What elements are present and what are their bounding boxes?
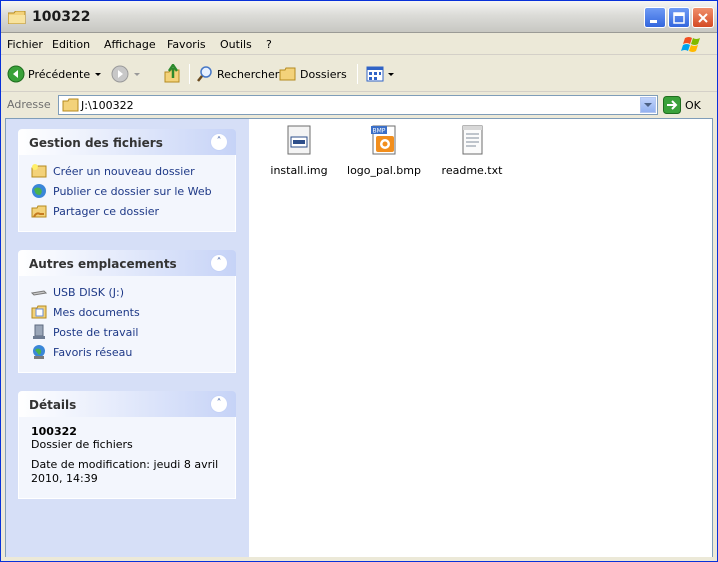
folders-label: Dossiers — [300, 67, 347, 81]
disk-image-icon — [287, 125, 311, 155]
windows-logo-icon — [681, 37, 700, 52]
window-title: 100322 — [32, 9, 91, 25]
search-label: Rechercher — [217, 67, 280, 81]
place-label: Poste de travail — [53, 325, 139, 339]
minimize-icon — [650, 20, 657, 23]
place-usb-disk[interactable]: USB DISK (J:) — [19, 282, 235, 302]
place-my-documents[interactable]: Mes documents — [19, 302, 235, 322]
collapse-icon[interactable]: ˄ — [210, 395, 228, 413]
other-places-header[interactable]: Autres emplacements ˄ — [18, 250, 236, 276]
file-name: install.img — [270, 164, 328, 177]
place-label: Favoris réseau — [53, 345, 133, 359]
menu-fichier[interactable]: Fichier — [7, 38, 43, 51]
maximize-icon — [673, 12, 685, 24]
go-button[interactable]: OK — [663, 96, 701, 114]
address-dropdown-button[interactable] — [640, 97, 656, 113]
details-folder-type: Dossier de fichiers — [31, 438, 133, 451]
panel-title: Autres emplacements — [29, 257, 177, 271]
chevron-down-icon[interactable] — [132, 69, 142, 79]
file-name: readme.txt — [441, 164, 503, 177]
back-button[interactable]: Précédente — [7, 63, 103, 85]
menu-help[interactable]: ? — [266, 38, 272, 51]
up-folder-icon — [164, 64, 180, 83]
go-arrow-icon — [663, 96, 681, 114]
close-icon — [698, 13, 708, 23]
other-places-panel: Autres emplacements ˄ USB DISK (J:) Mes … — [18, 250, 236, 373]
panel-title: Gestion des fichiers — [29, 136, 163, 150]
task-share-folder[interactable]: Partager ce dossier — [19, 201, 235, 221]
toolbar-separator — [189, 64, 190, 84]
forward-arrow-icon — [111, 65, 129, 83]
collapse-icon[interactable]: ˄ — [210, 254, 228, 272]
menu-bar: Fichier Edition Affichage Favoris Outils… — [1, 34, 717, 55]
share-folder-icon — [31, 205, 47, 218]
folder-icon — [62, 98, 79, 112]
toolbar: Précédente Rechercher Dossiers — [1, 56, 717, 92]
chevron-down-icon — [644, 103, 652, 107]
up-folder-button[interactable] — [164, 63, 182, 85]
place-label: Mes documents — [53, 305, 140, 319]
my-documents-icon — [31, 305, 47, 319]
details-folder-name: 100322 — [31, 425, 77, 438]
details-header[interactable]: Détails ˄ — [18, 391, 236, 417]
text-file-icon — [462, 125, 483, 155]
folders-icon — [279, 67, 296, 81]
task-publish-web[interactable]: Publier ce dossier sur le Web — [19, 181, 235, 201]
network-places-icon — [33, 345, 45, 359]
panel-title: Détails — [29, 398, 77, 412]
explorer-window: 100322 Fichier Edition Affichage Favoris… — [0, 0, 718, 562]
search-button[interactable]: Rechercher — [196, 63, 279, 85]
forward-button[interactable] — [111, 63, 142, 85]
address-label: Adresse — [7, 98, 51, 111]
task-label: Publier ce dossier sur le Web — [53, 184, 212, 198]
menu-outils[interactable]: Outils — [220, 38, 252, 51]
chevron-down-icon — [388, 73, 394, 76]
details-panel: Détails ˄ 100322 Dossier de fichiers Dat… — [18, 391, 236, 499]
details-modified: 2010, 14:39 — [31, 472, 98, 485]
details-modified: Date de modification: jeudi 8 avril — [31, 458, 219, 471]
minimize-button[interactable] — [644, 7, 666, 28]
publish-web-icon — [32, 184, 46, 198]
back-label: Précédente — [28, 67, 91, 81]
file-name: logo_pal.bmp — [347, 164, 421, 177]
place-my-computer[interactable]: Poste de travail — [19, 322, 235, 342]
menu-edition[interactable]: Edition — [52, 38, 90, 51]
address-value: J:\100322 — [81, 99, 134, 112]
go-label: OK — [685, 98, 701, 112]
address-bar: Adresse J:\100322 OK — [1, 93, 717, 117]
bmp-image-icon: BMP — [371, 125, 396, 155]
menu-favoris[interactable]: Favoris — [167, 38, 206, 51]
place-network[interactable]: Favoris réseau — [19, 342, 235, 362]
content-area: Gestion des fichiers ˄ Créer un nouveau … — [5, 118, 713, 559]
maximize-button[interactable] — [668, 7, 690, 28]
views-icon — [366, 66, 384, 82]
back-arrow-icon — [7, 65, 25, 83]
window-bottom-border — [1, 557, 717, 561]
place-label: USB DISK (J:) — [53, 285, 125, 299]
address-field[interactable]: J:\100322 — [58, 95, 658, 115]
task-new-folder[interactable]: Créer un nouveau dossier — [19, 161, 235, 181]
menu-affichage[interactable]: Affichage — [104, 38, 156, 51]
file-tasks-panel: Gestion des fichiers ˄ Créer un nouveau … — [18, 129, 236, 232]
folder-icon — [8, 11, 26, 24]
my-computer-icon — [33, 324, 45, 339]
search-icon — [197, 66, 212, 82]
views-button[interactable] — [366, 63, 395, 85]
task-label: Partager ce dossier — [53, 204, 160, 218]
folders-button[interactable]: Dossiers — [279, 63, 347, 85]
usb-drive-icon — [31, 290, 47, 296]
task-label: Créer un nouveau dossier — [53, 164, 195, 178]
close-button[interactable] — [692, 7, 714, 28]
chevron-down-icon[interactable] — [93, 69, 103, 79]
svg-text:BMP: BMP — [373, 128, 386, 135]
new-folder-icon — [31, 164, 47, 178]
file-tasks-header[interactable]: Gestion des fichiers ˄ — [18, 129, 236, 155]
title-bar[interactable]: 100322 — [1, 1, 717, 33]
toolbar-separator — [357, 64, 358, 84]
task-pane: Gestion des fichiers ˄ Créer un nouveau … — [6, 119, 249, 558]
collapse-icon[interactable]: ˄ — [210, 133, 228, 151]
